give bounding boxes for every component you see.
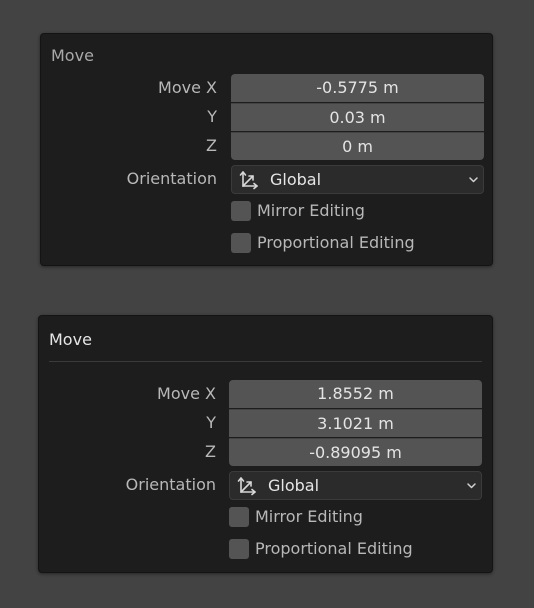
proportional-editing-toggle[interactable]: Proportional Editing <box>231 232 471 254</box>
move-y-field[interactable]: 0.03 m <box>231 103 484 131</box>
mirror-editing-toggle[interactable]: Mirror Editing <box>231 200 471 222</box>
move-operator-panel-2: Move Move X 1.8552 m Y 3.1021 m Z -0.890… <box>38 315 493 573</box>
mirror-editing-label: Mirror Editing <box>257 201 365 220</box>
proportional-editing-checkbox[interactable] <box>229 539 249 559</box>
move-x-field[interactable]: 1.8552 m <box>229 380 482 408</box>
proportional-editing-label: Proportional Editing <box>255 539 413 558</box>
move-z-label: Z <box>206 136 217 155</box>
proportional-editing-checkbox[interactable] <box>231 233 251 253</box>
panel-title[interactable]: Move <box>49 330 92 349</box>
move-x-field[interactable]: -0.5775 m <box>231 74 484 102</box>
orientation-label: Orientation <box>125 475 216 494</box>
proportional-editing-label: Proportional Editing <box>257 233 415 252</box>
orientation-label: Orientation <box>126 169 217 188</box>
move-y-label: Y <box>207 107 217 126</box>
orientation-value: Global <box>270 170 322 189</box>
move-operator-panel-1: Move Move X -0.5775 m Y 0.03 m Z 0 m Ori… <box>40 33 493 266</box>
header-divider <box>49 361 482 362</box>
panel-title[interactable]: Move <box>51 46 94 65</box>
chevron-down-icon <box>469 177 478 183</box>
move-z-field[interactable]: 0 m <box>231 132 484 160</box>
orientation-dropdown[interactable]: Global <box>229 471 482 500</box>
chevron-down-icon <box>467 483 476 489</box>
orientation-value: Global <box>268 476 320 495</box>
axis-gizmo-icon <box>237 477 256 496</box>
mirror-editing-toggle[interactable]: Mirror Editing <box>229 506 469 528</box>
mirror-editing-checkbox[interactable] <box>231 201 251 221</box>
move-x-label: Move X <box>157 384 216 403</box>
orientation-dropdown[interactable]: Global <box>231 165 484 194</box>
axis-gizmo-icon <box>239 171 258 190</box>
mirror-editing-checkbox[interactable] <box>229 507 249 527</box>
move-z-field[interactable]: -0.89095 m <box>229 438 482 466</box>
mirror-editing-label: Mirror Editing <box>255 507 363 526</box>
move-z-label: Z <box>205 442 216 461</box>
move-x-label: Move X <box>158 78 217 97</box>
move-y-field[interactable]: 3.1021 m <box>229 409 482 437</box>
move-y-label: Y <box>206 413 216 432</box>
proportional-editing-toggle[interactable]: Proportional Editing <box>229 538 469 560</box>
